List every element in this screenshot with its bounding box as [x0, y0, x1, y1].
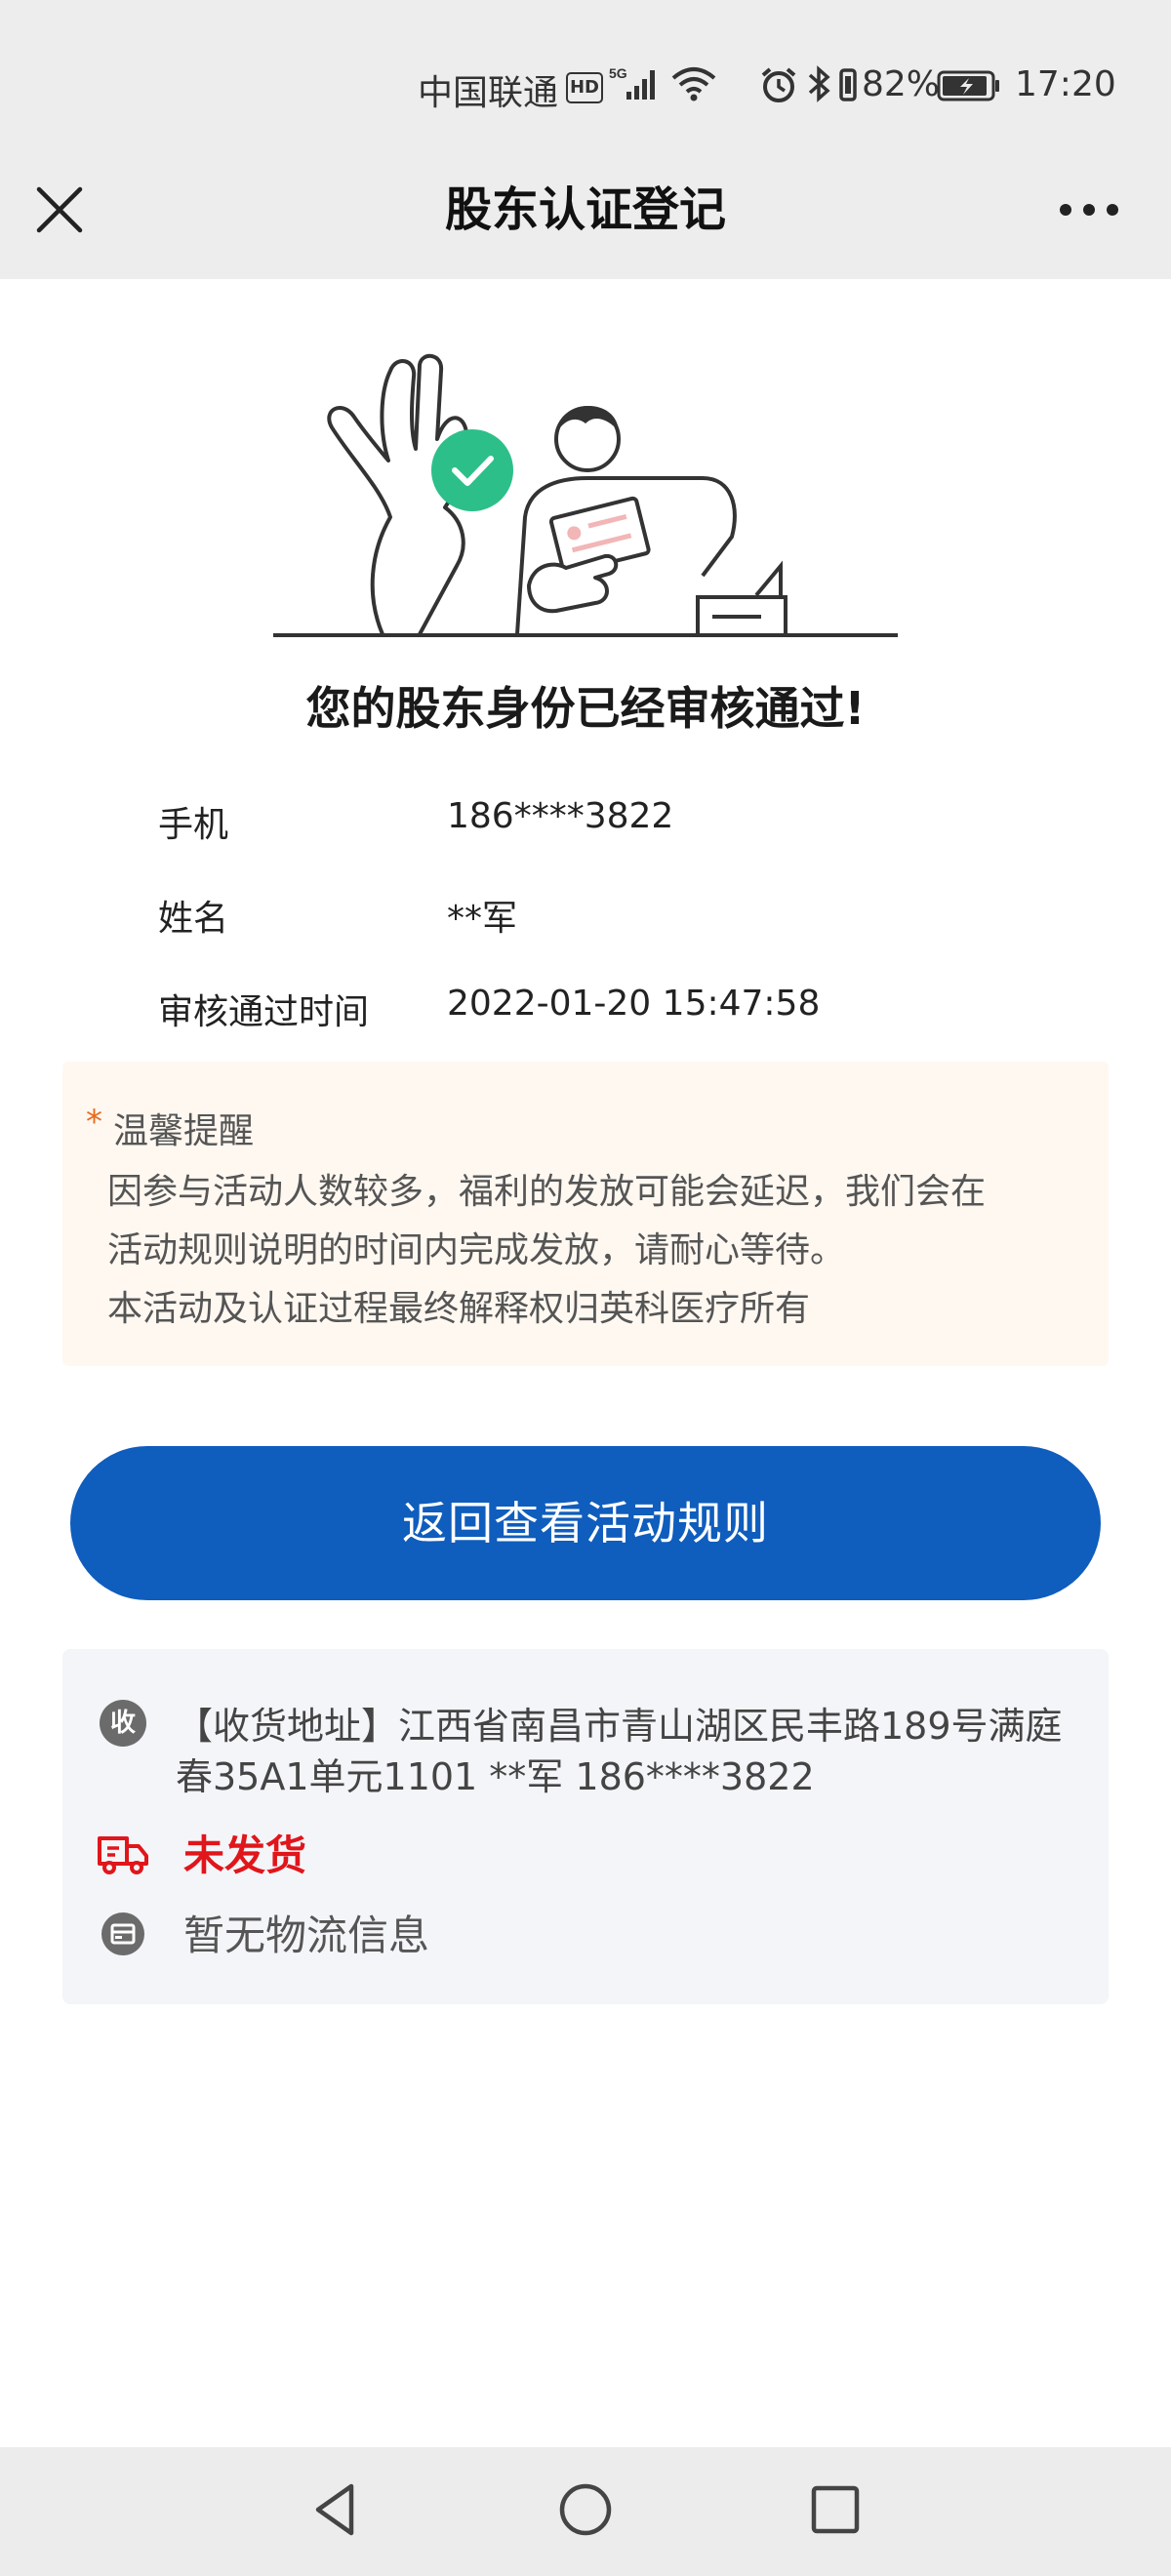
info-value-approval-time: 2022-01-20 15:47:58: [447, 984, 821, 1024]
battery-percent: 82%: [862, 64, 941, 104]
signal-icon: 5G: [609, 65, 655, 100]
logistics-info: 暂无物流信息: [183, 1912, 430, 1959]
address-line: 春35A1单元1101 **军 186****3822: [176, 1755, 815, 1798]
recent-apps-icon[interactable]: [808, 2482, 863, 2537]
verification-success-illustration: [273, 354, 898, 637]
home-icon[interactable]: [554, 2480, 617, 2539]
carrier-name: 中国联通: [418, 73, 559, 113]
success-message: 您的股东身份已经审核通过!: [305, 682, 866, 735]
required-star: *: [86, 1103, 102, 1142]
bluetooth-icon: [808, 65, 830, 102]
info-label-name: 姓名: [158, 899, 229, 939]
battery-icon: [937, 70, 999, 101]
tip-line: 活动规则说明的时间内完成发放，请耐心等待。: [107, 1230, 846, 1270]
close-icon[interactable]: [27, 178, 92, 242]
back-icon[interactable]: [308, 2480, 363, 2539]
address-line: 【收货地址】江西省南昌市青山湖区民丰路189号满庭: [176, 1705, 1063, 1748]
tip-line: 因参与活动人数较多，福利的发放可能会延迟，我们会在: [107, 1172, 987, 1212]
info-value-phone: 186****3822: [447, 796, 674, 836]
info-label-approval-time: 审核通过时间: [158, 992, 370, 1032]
info-label-phone: 手机: [158, 805, 229, 845]
view-rules-button[interactable]: 返回查看活动规则: [70, 1446, 1101, 1600]
alarm-icon: [761, 67, 796, 102]
info-value-name: **军: [447, 899, 518, 939]
title-bar: [0, 146, 1171, 279]
tip-title: 温馨提醒: [113, 1111, 255, 1151]
hd-badge: HD: [566, 72, 603, 103]
clock: 17:20: [1015, 64, 1116, 104]
tip-line: 本活动及认证过程最终解释权归英科医疗所有: [107, 1289, 811, 1329]
truck-icon: [98, 1836, 148, 1874]
vibrate-icon: [839, 68, 857, 101]
shipping-status: 未发货: [183, 1831, 307, 1879]
package-icon: [101, 1912, 144, 1955]
more-icon[interactable]: [1054, 185, 1124, 234]
wifi-icon: [671, 67, 716, 101]
receive-icon: 收: [100, 1700, 146, 1747]
network-type: 5G: [609, 65, 627, 81]
